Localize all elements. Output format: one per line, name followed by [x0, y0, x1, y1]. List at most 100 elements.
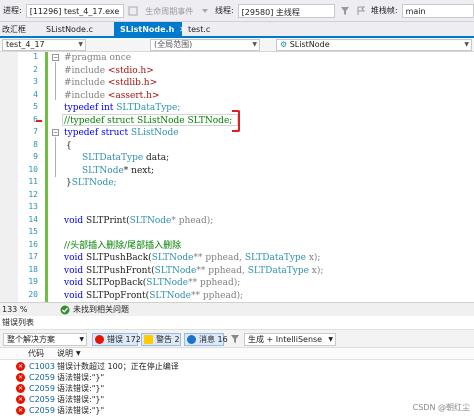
column-header-description[interactable]: 说明	[57, 348, 73, 360]
table-row[interactable]: ✕ C2059 语法错误:"}"	[0, 394, 474, 405]
code-line: typedef int SLTDataType;	[64, 102, 180, 114]
error-code[interactable]: C2059	[29, 394, 55, 405]
process-dropdown[interactable]: [11296] test_4_17.exe	[25, 3, 124, 18]
line-number: 6	[33, 114, 38, 124]
tab-slistnode-h[interactable]: SListNode.h ✕	[114, 22, 186, 38]
line-number: 12	[28, 189, 38, 199]
navigation-bar: test_4_17 ▼ (全局范围) ▼ ⚙ SListNode ▼	[0, 38, 474, 52]
code-token: void	[64, 215, 87, 226]
dropdown-icon[interactable]	[199, 5, 211, 17]
side-panel-label[interactable]: 改汇框	[0, 22, 26, 38]
code-token: //头部插入删除/尾部插入删除	[64, 240, 182, 251]
line-number: 3	[33, 77, 38, 86]
code-token: <stdio.h>	[107, 65, 154, 76]
code-token: SListNode	[130, 128, 179, 138]
table-row[interactable]: ✕ C2059 语法错误:"}"	[0, 405, 474, 416]
collapse-icon[interactable]: −	[52, 54, 59, 61]
code-token: void	[64, 265, 87, 276]
fold-guide	[55, 137, 56, 177]
line-number: 8	[33, 139, 38, 149]
line-number: 5	[33, 102, 38, 111]
tab-test-c[interactable]: test.c	[182, 22, 232, 38]
code-token: SLTPushFront(	[86, 265, 155, 276]
code-token: //typedef struct SListNode SLTNode;	[64, 115, 233, 126]
error-code[interactable]: C2059	[29, 372, 55, 383]
code-token: SLTPopFront(	[86, 290, 150, 301]
lifecycle-events-button[interactable]: 生命周期事件	[143, 4, 195, 18]
symbol-name: SListNode	[289, 40, 330, 49]
code-line: {	[66, 140, 72, 152]
chevron-down-icon: ▼	[78, 41, 83, 48]
code-token: * next;	[123, 165, 155, 176]
code-line: void SLTPrint(SLTNode* phead);	[64, 215, 213, 227]
error-message: 错误计数超过 100；正在停止编译	[57, 362, 179, 371]
annotation-bracket	[232, 110, 240, 132]
stack-frame-dropdown[interactable]: main	[401, 3, 474, 18]
sort-icon[interactable]: ▼	[76, 348, 81, 360]
zoom-level[interactable]: 133 %	[0, 305, 34, 314]
code-token: typedef struct	[64, 128, 131, 138]
tab-slistnode-c[interactable]: SListNode.c	[40, 22, 114, 38]
column-header-code[interactable]: 代码	[28, 348, 44, 360]
symbol-dropdown[interactable]: ⚙ SListNode ▼	[276, 39, 472, 51]
filter-icon[interactable]	[339, 5, 351, 17]
code-line: void SLTPushBack(SLTNode** pphead, SLTDa…	[64, 252, 320, 264]
code-line: void SLTPushFront(SLTNode** pphead, SLTD…	[64, 265, 323, 277]
table-row[interactable]: ✕ C1003 错误计数超过 100；正在停止编译	[0, 361, 474, 372]
lifecycle-events-icon[interactable]	[128, 5, 140, 17]
scope-dropdown[interactable]: (全局范围) ▼	[150, 39, 260, 51]
table-row[interactable]: ✕ C2059 语法错误:"}"	[0, 383, 474, 394]
error-message: 语法错误:"}"	[57, 406, 105, 415]
line-number: 13	[28, 202, 38, 211]
code-line: #pragma once	[64, 52, 131, 64]
warnings-filter-button[interactable]: 警告 2	[141, 333, 181, 346]
code-token: SLTNode	[82, 165, 124, 176]
code-line: SLTNode* next;	[82, 165, 154, 177]
stack-frame-label: 堆栈帧:	[370, 6, 398, 15]
code-token: #include	[64, 90, 108, 101]
struct-icon: ⚙	[280, 40, 288, 49]
code-line: void SLTPopFront(SLTNode** pphead);	[64, 290, 243, 302]
clear-filter-icon[interactable]	[230, 333, 240, 345]
error-icon: ✕	[16, 362, 25, 371]
error-message: 语法错误:"}"	[57, 373, 105, 382]
info-icon	[187, 335, 196, 344]
line-number: 19	[28, 277, 38, 286]
errors-filter-button[interactable]: 错误 172	[92, 333, 141, 346]
project-dropdown[interactable]: test_4_17 ▼	[2, 39, 86, 51]
code-editor[interactable]: 1 2 3 4 5 6 7 8 9 10 11 12 13 14 15 16 1…	[0, 52, 474, 302]
messages-filter-button[interactable]: 消息 16	[184, 333, 228, 346]
table-row[interactable]: ✕ C2059 语法错误:"}"	[0, 372, 474, 383]
line-number: 10	[28, 164, 38, 174]
error-icon: ✕	[16, 395, 25, 404]
code-token: #include	[64, 65, 108, 76]
flag-icon[interactable]	[355, 5, 367, 17]
code-token: ** pphead);	[188, 278, 241, 288]
code-line: #include <stdio.h>	[64, 65, 154, 77]
debug-toolbar: 进程: [11296] test_4_17.exe 生命周期事件 线程: [29…	[0, 0, 474, 22]
code-token: typedef int	[64, 103, 117, 113]
code-token: SLTPrint(	[86, 215, 130, 226]
line-number: 20	[28, 289, 38, 299]
thread-dropdown[interactable]: [29580] 主线程	[237, 3, 336, 18]
code-token: SLTNode;	[71, 178, 117, 188]
error-message: 语法错误:"}"	[57, 384, 105, 393]
code-token: SLTNode	[129, 215, 172, 226]
issues-status[interactable]: 未找到相关问题	[60, 304, 129, 315]
line-number: 1	[33, 52, 38, 61]
error-code[interactable]: C2059	[29, 383, 55, 394]
error-code[interactable]: C1003	[29, 361, 55, 372]
code-token: ** pphead,	[193, 253, 245, 263]
collapse-icon[interactable]: −	[52, 129, 59, 136]
build-intellisense-dropdown[interactable]: 生成 + IntelliSense ▼	[244, 333, 336, 346]
document-tab-bar: 改汇框 SListNode.c SListNode.h ✕ test.c	[0, 22, 474, 38]
messages-count: 消息 16	[199, 335, 228, 344]
scope-filter-dropdown[interactable]: 整个解决方案 ▼	[3, 333, 87, 346]
code-line: //typedef struct SListNode SLTNode;	[64, 115, 232, 127]
tab-label: test.c	[188, 25, 211, 34]
code-token: x);	[306, 253, 321, 263]
code-token: SLTNode	[146, 278, 189, 288]
code-token: void	[64, 290, 87, 301]
code-token: SLTNode	[151, 253, 194, 263]
error-code[interactable]: C2059	[29, 405, 55, 416]
